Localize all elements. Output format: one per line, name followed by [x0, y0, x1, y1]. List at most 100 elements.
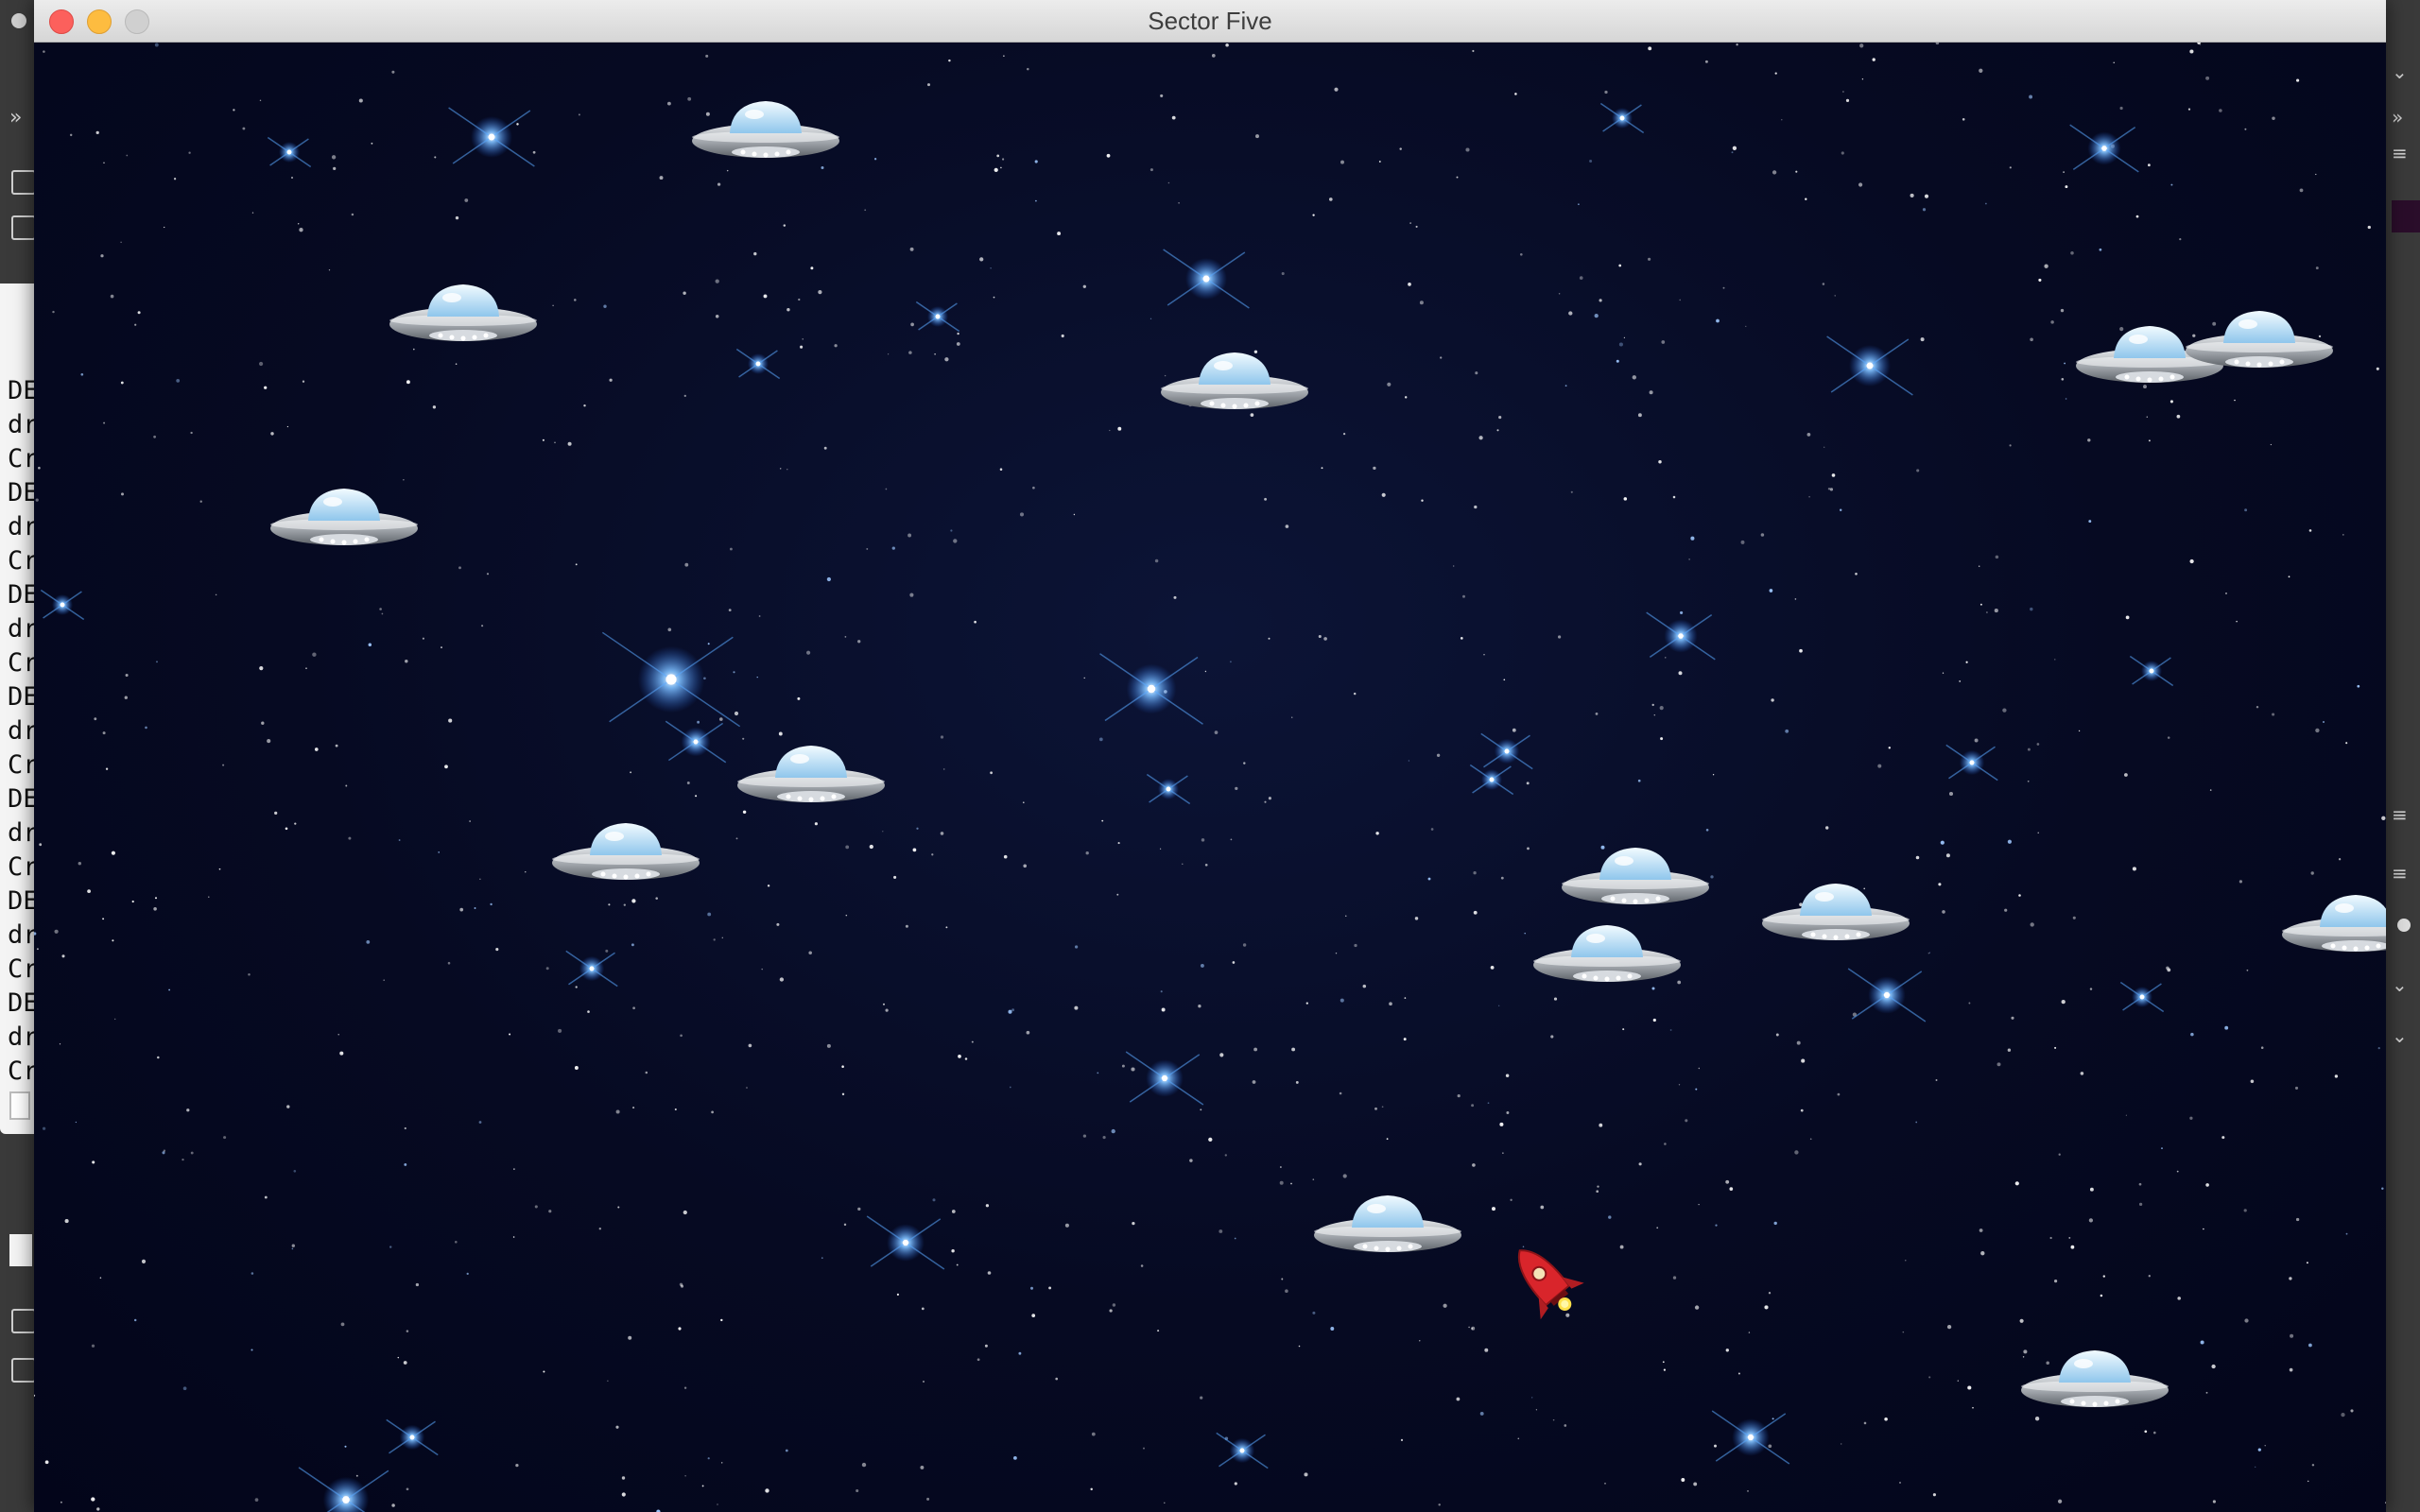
star: [1373, 466, 1376, 471]
star: [1698, 1067, 1700, 1070]
star: [1427, 877, 1431, 881]
background-console-line: Cr: [8, 954, 36, 984]
star: [1438, 1503, 1441, 1506]
star: [1902, 1331, 1905, 1333]
star: [153, 435, 156, 438]
star: [291, 1244, 295, 1247]
star: [1498, 1005, 1500, 1006]
star: [1242, 943, 1247, 947]
title-bar[interactable]: Sector Five: [34, 0, 2386, 43]
star: [1579, 276, 1583, 280]
star: [1264, 800, 1267, 803]
star: [2219, 109, 2222, 112]
star: [2119, 106, 2123, 111]
star: [1715, 1224, 1718, 1227]
star: [1381, 1106, 1384, 1108]
star: [259, 99, 262, 102]
star: [1022, 801, 1025, 804]
star: [940, 832, 944, 835]
star: [2311, 1464, 2315, 1467]
star: [908, 533, 912, 538]
star: [406, 380, 410, 385]
star: [1182, 863, 1184, 865]
star: [1809, 1138, 1812, 1141]
star: [1558, 292, 1561, 295]
star: [1662, 1361, 1665, 1364]
star: [1250, 413, 1254, 417]
game-window[interactable]: Sector Five: [34, 0, 2386, 1512]
star: [1565, 1313, 1570, 1317]
star: [103, 162, 105, 164]
star: [1805, 198, 1807, 200]
star: [534, 1205, 538, 1209]
star: [2088, 1218, 2094, 1223]
star: [621, 1476, 626, 1480]
star: [1729, 1187, 1734, 1191]
bright-star: [565, 950, 618, 988]
star: [2246, 969, 2249, 971]
star: [1436, 753, 1441, 757]
star: [1829, 488, 1834, 491]
player-rocket[interactable]: [1498, 1232, 1591, 1328]
star: [291, 177, 293, 179]
star: [632, 1006, 635, 1010]
star: [1117, 842, 1120, 845]
star: [1550, 1035, 1554, 1039]
star: [1884, 1418, 1888, 1421]
star: [1456, 1397, 1461, 1401]
ufo-enemy: [1314, 1195, 1461, 1252]
star: [578, 113, 580, 116]
star: [742, 737, 745, 740]
star: [717, 182, 721, 186]
star: [1564, 385, 1567, 387]
star: [1243, 762, 1246, 765]
star: [866, 547, 869, 550]
star: [261, 721, 265, 725]
star: [603, 304, 607, 308]
star: [2023, 1349, 2028, 1354]
star: [297, 223, 300, 225]
game-canvas[interactable]: [34, 43, 2386, 1512]
star: [1312, 1311, 1316, 1314]
star: [39, 843, 43, 847]
star: [1074, 945, 1079, 949]
star: [1225, 43, 1229, 47]
star: [1968, 1002, 1971, 1005]
star: [1938, 883, 1942, 886]
star: [186, 1108, 190, 1112]
frame-tool-icon: [11, 1309, 36, 1333]
star: [2256, 705, 2259, 709]
star: [1234, 1237, 1236, 1240]
star: [1690, 536, 1695, 541]
star: [912, 848, 917, 852]
star: [1204, 863, 1208, 867]
star: [1552, 1418, 1555, 1421]
star: [120, 241, 122, 244]
star: [1399, 147, 1402, 150]
star: [1653, 713, 1656, 716]
star: [1121, 1064, 1125, 1068]
star: [162, 1151, 165, 1155]
star: [1340, 160, 1344, 164]
star: [823, 446, 827, 450]
star: [2018, 894, 2021, 897]
star: [1920, 337, 1925, 342]
star: [2063, 171, 2065, 173]
star: [1725, 1349, 1729, 1352]
star: [1531, 1397, 1533, 1399]
bright-star: [1216, 1432, 1269, 1469]
star: [299, 228, 303, 232]
star: [1519, 252, 1523, 256]
star: [2209, 789, 2212, 791]
star: [844, 636, 847, 638]
star: [248, 972, 251, 976]
star: [1656, 1227, 1659, 1229]
star: [2250, 1079, 2255, 1084]
star: [818, 289, 822, 295]
star: [1578, 203, 1580, 205]
star: [406, 1330, 409, 1332]
star: [950, 529, 953, 532]
star: [1632, 375, 1636, 380]
star: [1948, 791, 1954, 797]
star: [1291, 716, 1293, 718]
